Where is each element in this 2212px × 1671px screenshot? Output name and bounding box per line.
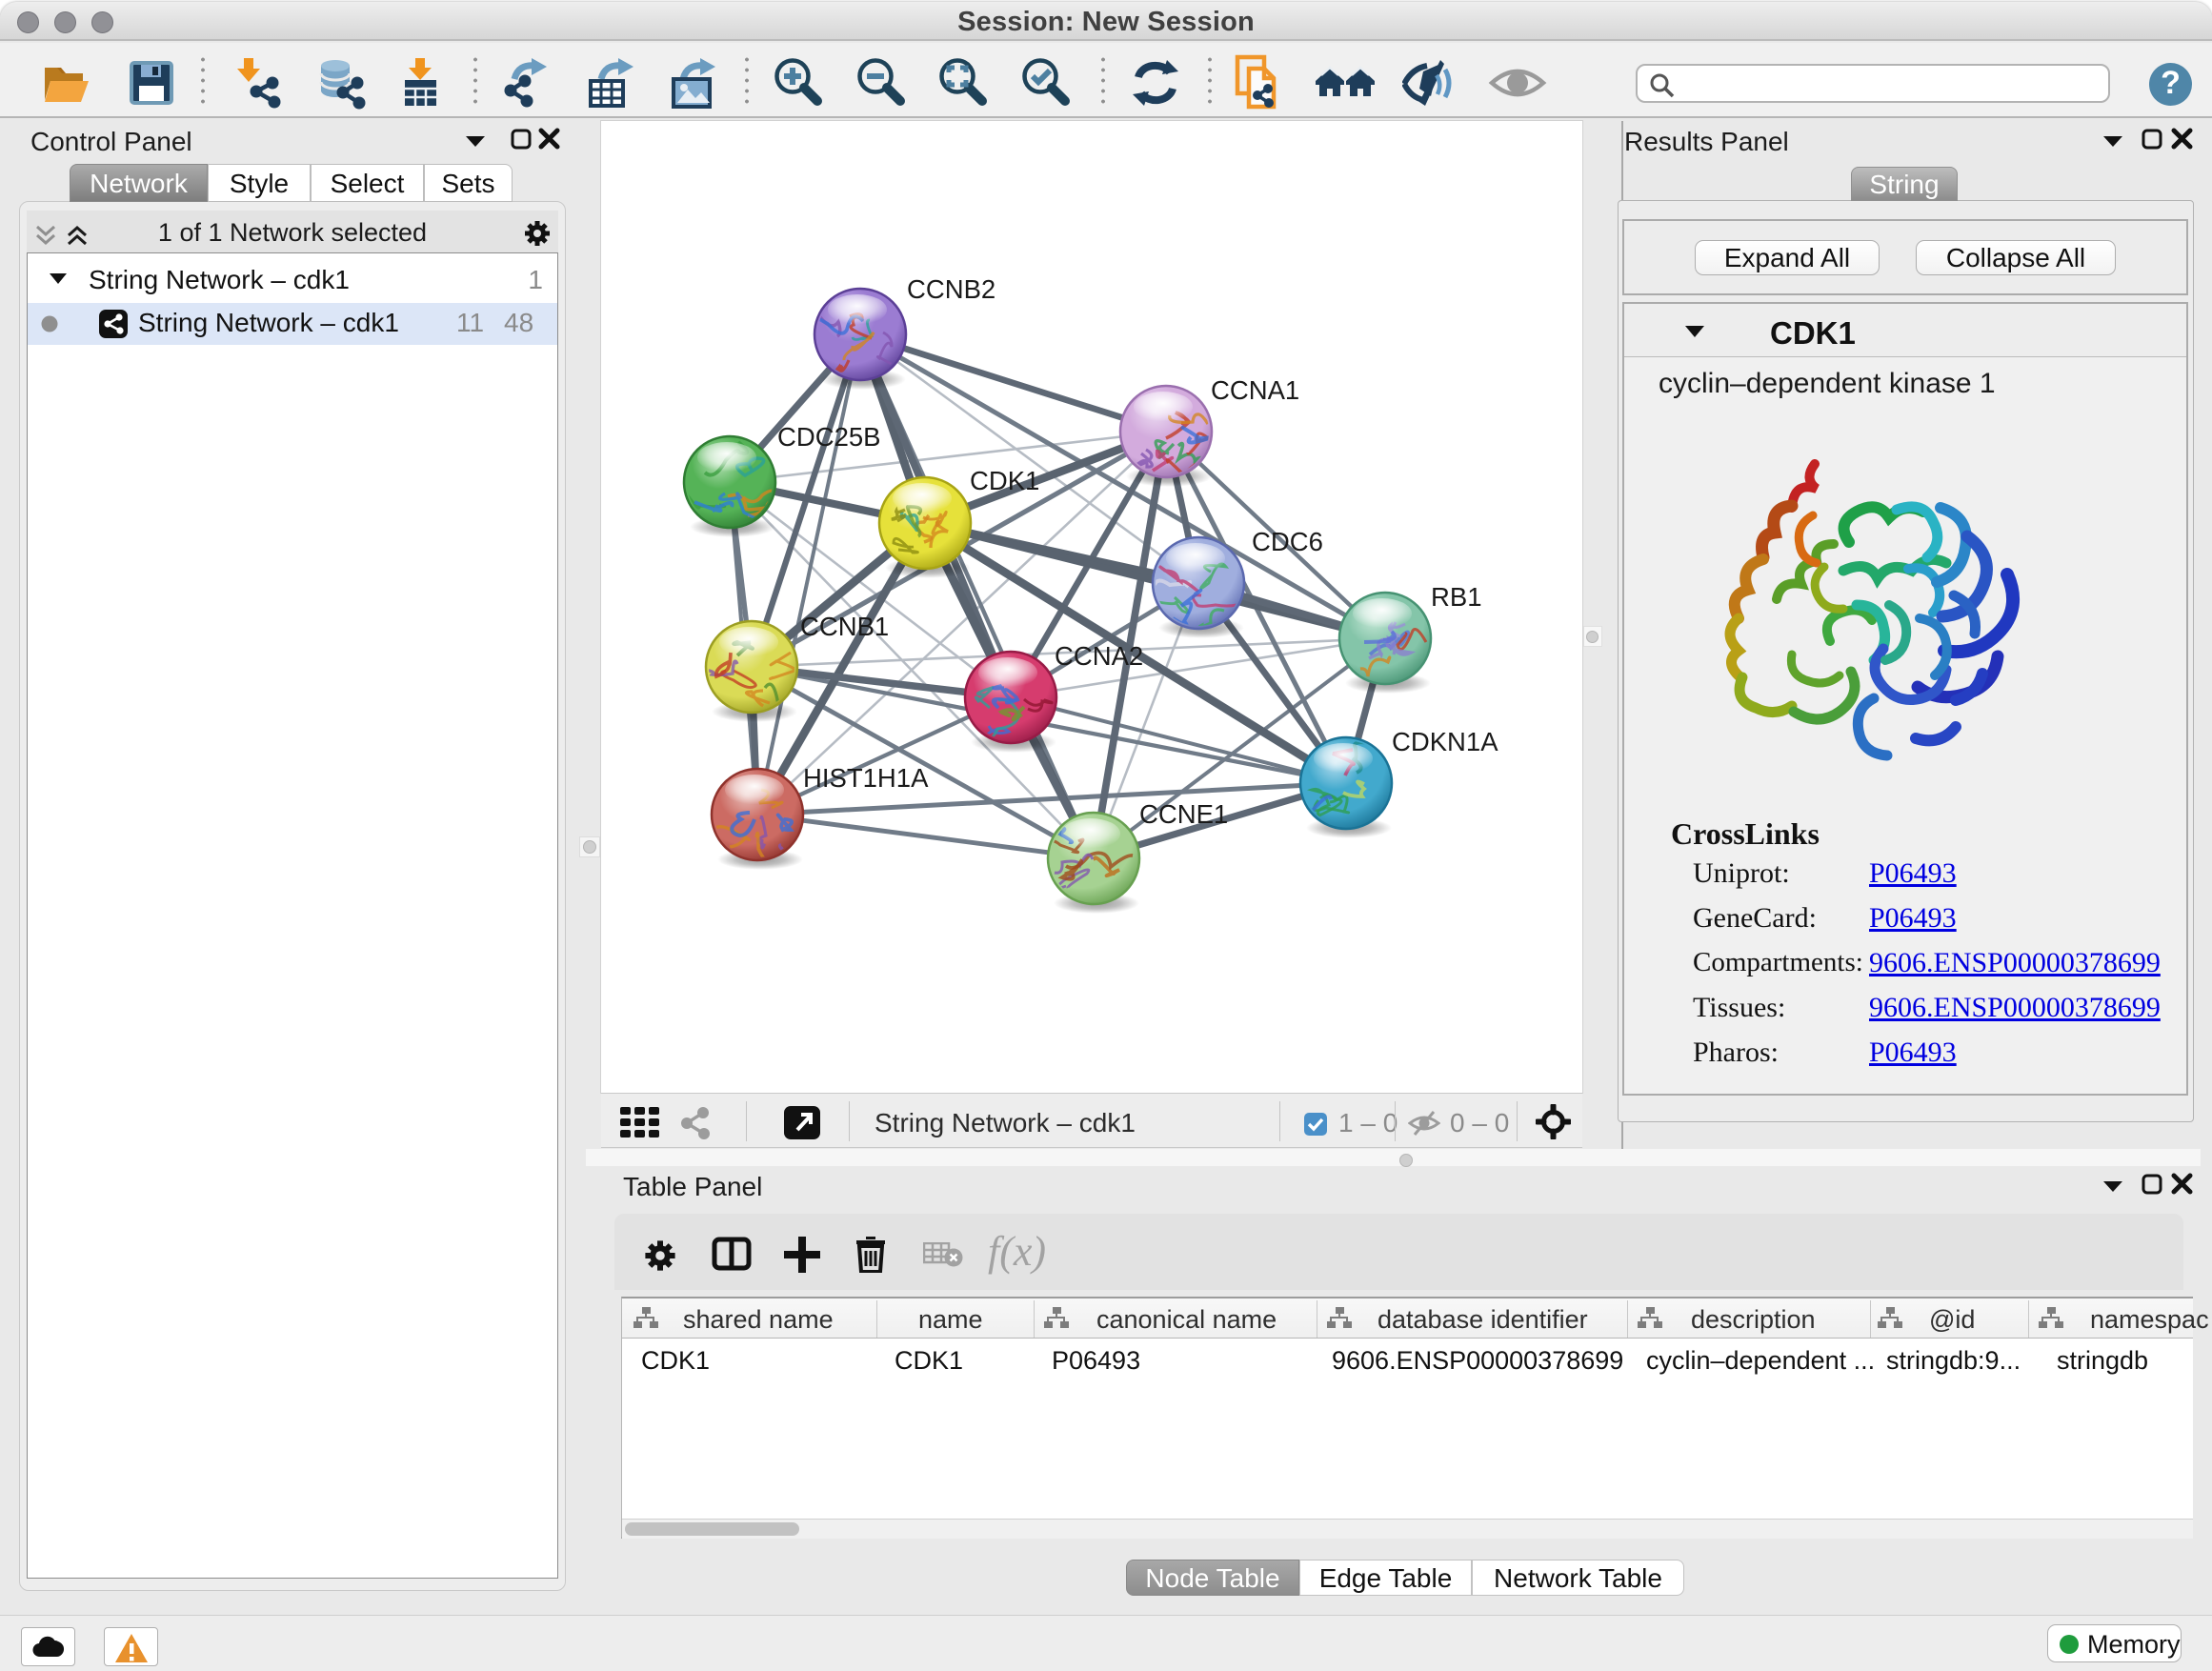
svg-text:?: ? xyxy=(2161,65,2181,101)
